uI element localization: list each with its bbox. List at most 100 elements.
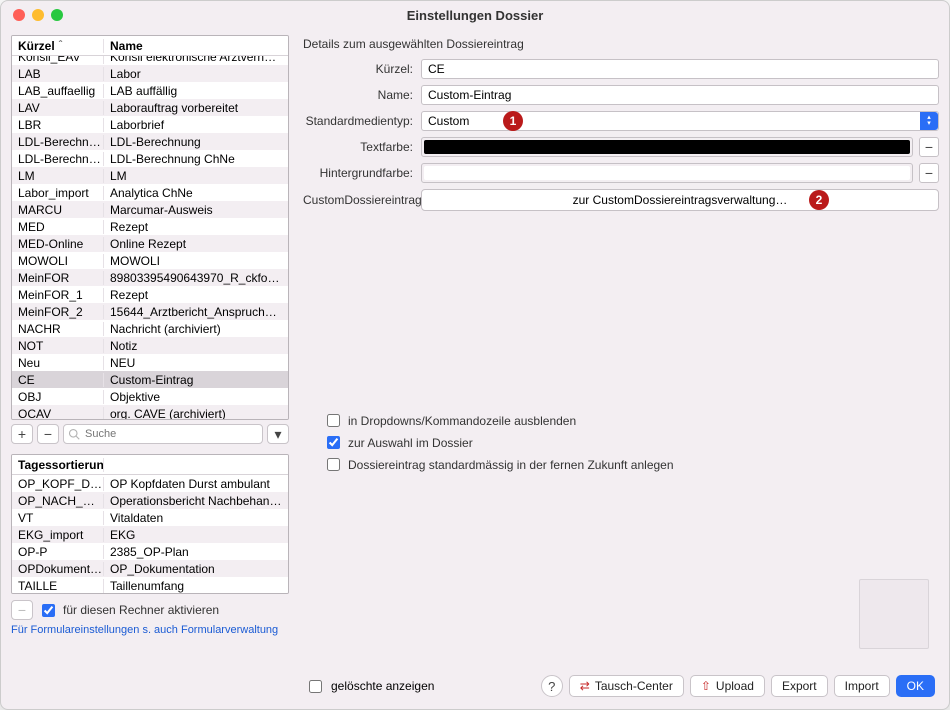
- hide-checkbox[interactable]: [327, 414, 340, 427]
- textcolor-clear-button[interactable]: −: [919, 137, 939, 157]
- filter-dropdown[interactable]: ▾: [267, 424, 289, 444]
- export-button[interactable]: Export: [771, 675, 828, 697]
- dossier-table: Kürzel ˆ Name Konsil_EAVKonsil elektroni…: [11, 35, 289, 420]
- row-kuerzel: LM: [12, 169, 104, 183]
- import-button[interactable]: Import: [834, 675, 890, 697]
- row-kuerzel: LAB: [12, 67, 104, 81]
- row-name: 2385_OP-Plan: [104, 545, 288, 559]
- table-row[interactable]: EKG_importEKG: [12, 526, 288, 543]
- close-icon[interactable]: [13, 9, 25, 21]
- table-toolbar: + − ▾: [11, 424, 289, 444]
- settings-window: Einstellungen Dossier Kürzel ˆ Name Kons…: [0, 0, 950, 710]
- table-row[interactable]: Konsil_EAVKonsil elektronische Arztverne…: [12, 56, 288, 65]
- row-name: Labor: [104, 67, 288, 81]
- help-button[interactable]: ?: [541, 675, 563, 697]
- row-kuerzel: LDL-Berechn…: [12, 135, 104, 149]
- table-row[interactable]: MED-OnlineOnline Rezept: [12, 235, 288, 252]
- row-name: OP_Dokumentation: [104, 562, 288, 576]
- future-checkbox[interactable]: [327, 458, 340, 471]
- row-name: org. CAVE (archiviert): [104, 407, 288, 420]
- col-name[interactable]: Name: [104, 39, 288, 53]
- table-row[interactable]: MeinFOR_215644_Arztbericht_Anspruch_…: [12, 303, 288, 320]
- search-input[interactable]: [83, 427, 258, 441]
- right-column: Details zum ausgewählten Dossiereintrag …: [299, 35, 939, 709]
- form-settings-link[interactable]: Für Formulareinstellungen s. auch Formul…: [11, 624, 289, 636]
- row-name: LDL-Berechnung: [104, 135, 288, 149]
- upload-button[interactable]: ⇧Upload: [690, 675, 765, 697]
- activate-checkbox[interactable]: [42, 604, 55, 617]
- activate-row: − für diesen Rechner aktivieren: [11, 600, 289, 620]
- table-row[interactable]: OP_NACH_D…Operationsbericht Nachbehand…: [12, 492, 288, 509]
- chevron-updown-icon: [920, 112, 938, 130]
- sec-remove-button[interactable]: −: [11, 600, 33, 620]
- table-row[interactable]: MARCUMarcumar-Ausweis: [12, 201, 288, 218]
- table-row[interactable]: LABLabor: [12, 65, 288, 82]
- table-row[interactable]: LDL-Berechn…LDL-Berechnung: [12, 133, 288, 150]
- row-name: Online Rezept: [104, 237, 288, 251]
- table-row[interactable]: MEDRezept: [12, 218, 288, 235]
- kuerzel-input[interactable]: [421, 59, 939, 79]
- table-row[interactable]: OPDokument…OP_Dokumentation: [12, 560, 288, 577]
- deleted-checkbox[interactable]: [309, 680, 322, 693]
- row-name: Laborbrief: [104, 118, 288, 132]
- table-row[interactable]: OP_KOPF_DU…OP Kopfdaten Durst ambulant: [12, 475, 288, 492]
- row-name: Marcumar-Ausweis: [104, 203, 288, 217]
- kuerzel-label: Kürzel:: [303, 62, 421, 76]
- row-kuerzel: MED-Online: [12, 237, 104, 251]
- col-kuerzel[interactable]: Kürzel ˆ: [12, 39, 104, 53]
- textcolor-well[interactable]: [421, 137, 913, 157]
- row-kuerzel: OP_NACH_D…: [12, 494, 104, 508]
- row-name: LAB auffällig: [104, 84, 288, 98]
- remove-button[interactable]: −: [37, 424, 59, 444]
- upload-icon: ⇧: [701, 679, 711, 693]
- table-row[interactable]: NACHRNachricht (archiviert): [12, 320, 288, 337]
- table-row[interactable]: CECustom-Eintrag: [12, 371, 288, 388]
- row-name: Analytica ChNe: [104, 186, 288, 200]
- table-row[interactable]: NeuNEU: [12, 354, 288, 371]
- row-name: Konsil elektronische Arztvernet…: [104, 56, 288, 64]
- preview-box: [859, 579, 929, 649]
- table-row[interactable]: LDL-Berechn…LDL-Berechnung ChNe: [12, 150, 288, 167]
- row-kuerzel: LAV: [12, 101, 104, 115]
- add-button[interactable]: +: [11, 424, 33, 444]
- future-label: Dossiereintrag standardmässig in der fer…: [348, 458, 674, 472]
- custom-manage-button[interactable]: zur CustomDossiereintragsverwaltung…: [421, 189, 939, 211]
- row-name: Rezept: [104, 220, 288, 234]
- sec-table-body[interactable]: OP_KOPF_DU…OP Kopfdaten Durst ambulantOP…: [12, 475, 288, 593]
- table-row[interactable]: MeinFOR89803395490643970_R_ckfor…: [12, 269, 288, 286]
- name-input[interactable]: [421, 85, 939, 105]
- type-select[interactable]: Custom: [421, 111, 939, 131]
- table-row[interactable]: LAB_auffaelligLAB auffällig: [12, 82, 288, 99]
- table-row[interactable]: OP-P2385_OP-Plan: [12, 543, 288, 560]
- row-name: Objektive: [104, 390, 288, 404]
- zoom-icon[interactable]: [51, 9, 63, 21]
- deleted-label: gelöschte anzeigen: [331, 679, 434, 693]
- search-field[interactable]: [63, 424, 263, 444]
- table-row[interactable]: NOTNotiz: [12, 337, 288, 354]
- sync-icon: ⇄: [580, 679, 590, 693]
- table-body[interactable]: Konsil_EAVKonsil elektronische Arztverne…: [12, 56, 288, 419]
- ok-button[interactable]: OK: [896, 675, 935, 697]
- table-row[interactable]: LAVLaborauftrag vorbereitet: [12, 99, 288, 116]
- row-name: LDL-Berechnung ChNe: [104, 152, 288, 166]
- table-row[interactable]: LBRLaborbrief: [12, 116, 288, 133]
- table-row[interactable]: MeinFOR_1Rezept: [12, 286, 288, 303]
- table-row[interactable]: OBJObjektive: [12, 388, 288, 405]
- bgcolor-well[interactable]: [421, 163, 913, 183]
- table-row[interactable]: Labor_importAnalytica ChNe: [12, 184, 288, 201]
- tausch-center-button[interactable]: ⇄Tausch-Center: [569, 675, 684, 697]
- bgcolor-clear-button[interactable]: −: [919, 163, 939, 183]
- table-row[interactable]: LMLM: [12, 167, 288, 184]
- table-row[interactable]: TAILLETaillenumfang: [12, 577, 288, 593]
- callout-2: 2: [809, 190, 829, 210]
- select-checkbox[interactable]: [327, 436, 340, 449]
- row-kuerzel: Labor_import: [12, 186, 104, 200]
- table-row[interactable]: MOWOLIMOWOLI: [12, 252, 288, 269]
- footer: gelöschte anzeigen ? ⇄Tausch-Center ⇧Upl…: [1, 675, 949, 697]
- row-name: Taillenumfang: [104, 579, 288, 593]
- sec-header-label[interactable]: Tagessortierung: [12, 458, 104, 472]
- table-row[interactable]: VTVitaldaten: [12, 509, 288, 526]
- row-kuerzel: LBR: [12, 118, 104, 132]
- table-row[interactable]: OCAVorg. CAVE (archiviert): [12, 405, 288, 419]
- minimize-icon[interactable]: [32, 9, 44, 21]
